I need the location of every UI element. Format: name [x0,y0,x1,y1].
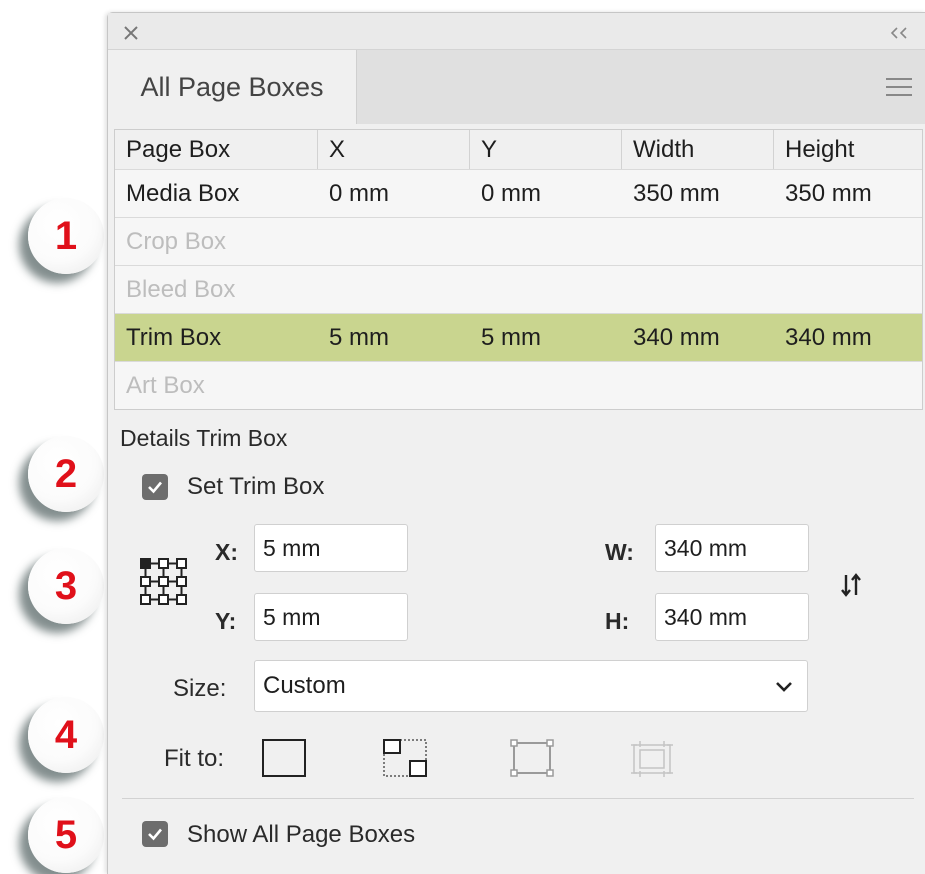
h-label: H: [605,608,630,634]
page-box-table: Page Box X Y Width Height Media Box 0 mm… [114,129,923,410]
page-boxes-panel: All Page Boxes Page Box X Y Width Height… [107,12,925,874]
panel-titlebar [108,13,925,49]
x-field[interactable]: 5 mm [254,524,408,572]
y-field[interactable]: 5 mm [254,593,408,641]
header-x[interactable]: X [318,130,470,169]
row-y: 5 mm [481,323,541,351]
chevron-down-icon [776,682,792,692]
fit-to-label: Fit to: [164,745,225,772]
hamburger-menu-icon[interactable] [884,76,914,98]
callout-3: 3 [28,548,104,624]
table-row-art-box[interactable]: Art Box [115,361,922,409]
double-chevron-left-icon[interactable] [886,22,914,44]
y-label: Y: [215,608,237,634]
row-height: 350 mm [785,179,872,207]
reference-point-icon[interactable] [138,556,190,608]
table-row-crop-box[interactable]: Crop Box [115,217,922,265]
header-width[interactable]: Width [622,130,774,169]
callout-5: 5 [28,797,104,873]
callout-1: 1 [28,198,104,274]
close-icon[interactable] [120,22,142,44]
fit-objects-icon[interactable] [381,737,429,781]
tab-label: All Page Boxes [140,71,324,102]
table-header-row: Page Box X Y Width Height [115,130,922,169]
row-width: 340 mm [633,323,720,351]
fit-selection-icon[interactable] [508,737,556,781]
set-trim-box-checkbox[interactable] [142,474,168,500]
header-page-box[interactable]: Page Box [115,130,318,169]
h-field[interactable]: 340 mm [655,593,809,641]
swap-dimensions-icon[interactable] [836,570,866,600]
header-height[interactable]: Height [774,130,922,169]
row-name: Crop Box [126,227,227,255]
show-all-page-boxes-checkbox[interactable] [142,821,168,847]
tab-all-page-boxes[interactable]: All Page Boxes [108,50,357,124]
row-x: 5 mm [329,323,389,351]
set-trim-box-label: Set Trim Box [187,473,325,500]
table-row-bleed-box[interactable]: Bleed Box [115,265,922,313]
details-title: Details Trim Box [120,425,288,451]
section-divider [122,798,914,799]
fit-page-icon[interactable] [260,737,308,781]
w-label: W: [605,539,634,565]
x-label: X: [215,539,238,565]
row-name: Bleed Box [126,275,236,303]
table-row-media-box[interactable]: Media Box 0 mm 0 mm 350 mm 350 mm [115,169,922,217]
header-y[interactable]: Y [470,130,622,169]
w-field[interactable]: 340 mm [655,524,809,572]
show-all-page-boxes-label: Show All Page Boxes [187,821,416,848]
checkmark-icon [148,481,162,494]
callout-4: 4 [28,697,104,773]
size-select[interactable]: Custom [254,660,808,712]
table-row-trim-box[interactable]: Trim Box 5 mm 5 mm 340 mm 340 mm [115,313,922,361]
fit-artboard-icon[interactable] [628,737,676,781]
row-name: Media Box [126,179,240,207]
row-y: 0 mm [481,179,541,207]
row-name: Art Box [126,371,205,399]
row-width: 350 mm [633,179,720,207]
row-x: 0 mm [329,179,389,207]
callout-2: 2 [28,436,104,512]
size-select-value: Custom [263,672,346,699]
row-height: 340 mm [785,323,872,351]
tab-bar: All Page Boxes [108,49,925,124]
size-label: Size: [173,675,227,702]
row-name: Trim Box [126,323,222,351]
checkmark-icon [148,828,162,841]
